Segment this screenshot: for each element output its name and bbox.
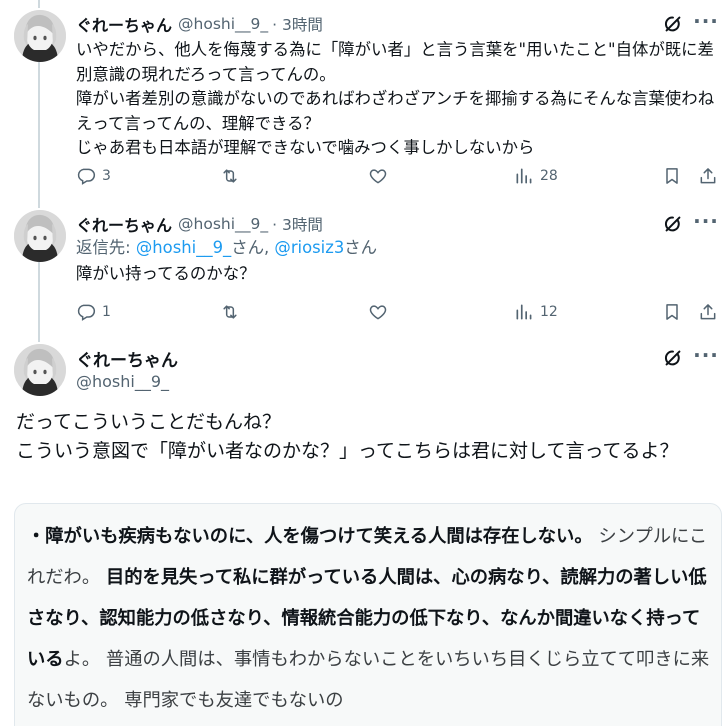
retweet-button[interactable]	[220, 164, 246, 188]
mention-link[interactable]: @hoshi__9_	[136, 238, 231, 257]
display-name[interactable]: ぐれーちゃん	[76, 346, 178, 371]
retweet-icon	[220, 166, 240, 186]
reply-prefix: 返信先:	[76, 238, 136, 257]
tweet-text-content: いやだから、他人を侮蔑する為に「障がい者」と言う言葉を"用いたこと"自体が既に差…	[76, 40, 715, 157]
view-count: 12	[540, 304, 558, 320]
reply-context: 返信先: @hoshi__9_さん, @riosiz3さん	[76, 236, 720, 261]
tweet-2[interactable]: ぐれーちゃん @hoshi__9_ · 3時間 ··· 返信先: @hoshi_…	[0, 204, 726, 338]
mention-link[interactable]: @riosiz3	[274, 238, 344, 257]
quoted-text: ・障がいも疾病もないのに、人を傷つけて笑える人間は存在しない。 シンプルにこれだ…	[27, 516, 717, 721]
views-button[interactable]: 12	[514, 300, 558, 324]
reply-suffix: さん	[344, 238, 378, 257]
share-button[interactable]	[698, 164, 718, 188]
reply-button[interactable]: 1	[76, 300, 111, 324]
avatar[interactable]	[14, 344, 66, 396]
grok-icon[interactable]	[662, 13, 684, 35]
like-icon	[368, 302, 388, 322]
display-name[interactable]: ぐれーちゃん	[76, 12, 172, 36]
bookmark-button[interactable]	[662, 300, 682, 324]
views-icon	[514, 166, 534, 186]
share-button[interactable]	[698, 300, 718, 324]
user-handle[interactable]: @hoshi__9_	[76, 372, 169, 391]
views-icon	[514, 302, 534, 322]
view-count: 28	[540, 168, 558, 184]
views-button[interactable]: 28	[514, 164, 558, 188]
retweet-button[interactable]	[220, 300, 246, 324]
grok-icon[interactable]	[662, 213, 684, 235]
quote-bold-1: ・障がいも疾病もないのに、人を傷つけて笑える人間は存在しない。	[27, 526, 593, 547]
reply-count: 3	[102, 168, 111, 184]
user-handle[interactable]: @hoshi__9_	[178, 15, 268, 33]
tweet-text: 障がい持ってるのかな？	[76, 264, 256, 283]
grok-icon[interactable]	[662, 347, 684, 369]
reply-separator: さん,	[231, 238, 275, 257]
retweet-icon	[220, 302, 240, 322]
more-icon[interactable]: ···	[692, 11, 720, 35]
reply-icon	[76, 166, 96, 186]
tweet-actions: 1 12	[76, 300, 726, 324]
like-icon	[368, 166, 388, 186]
avatar[interactable]	[14, 210, 66, 262]
timestamp[interactable]: · 3時間	[272, 213, 323, 235]
reply-count: 1	[102, 304, 111, 320]
like-button[interactable]	[368, 164, 394, 188]
main-tweet-text: だってこういうことだもんね？ こういう意図で「障がい者なのかな？」ってこちらは君…	[16, 411, 679, 462]
quoted-text-card[interactable]: ・障がいも疾病もないのに、人を傷つけて笑える人間は存在しない。 シンプルにこれだ…	[14, 503, 722, 726]
share-icon	[698, 166, 718, 186]
reply-button[interactable]: 3	[76, 164, 111, 188]
avatar[interactable]	[14, 10, 66, 62]
bookmark-button[interactable]	[662, 164, 682, 188]
tweet-1[interactable]: ぐれーちゃん @hoshi__9_ · 3時間 ··· いやだから、他人を侮蔑す…	[0, 0, 726, 204]
bookmark-icon	[662, 166, 682, 186]
tweet-header: ぐれーちゃん @hoshi__9_ · 3時間	[76, 12, 323, 36]
reply-icon	[76, 302, 96, 322]
display-name[interactable]: ぐれーちゃん	[76, 212, 172, 236]
share-icon	[698, 302, 718, 322]
quote-normal-2: よ。 普通の人間は、事情もわからないことをいちいち目くじら立てて叩きに来ないもの…	[27, 649, 710, 711]
bookmark-icon	[662, 302, 682, 322]
tweet-header: ぐれーちゃん @hoshi__9_ · 3時間	[76, 212, 323, 236]
tweet-actions: 3 28	[76, 164, 726, 188]
user-handle[interactable]: @hoshi__9_	[178, 215, 268, 233]
timestamp[interactable]: · 3時間	[272, 13, 323, 35]
like-button[interactable]	[368, 300, 394, 324]
more-icon[interactable]: ···	[692, 211, 720, 235]
more-icon[interactable]: ···	[692, 345, 720, 369]
tweet-text: いやだから、他人を侮蔑する為に「障がい者」と言う言葉を"用いたこと"自体が既に差…	[76, 38, 720, 161]
